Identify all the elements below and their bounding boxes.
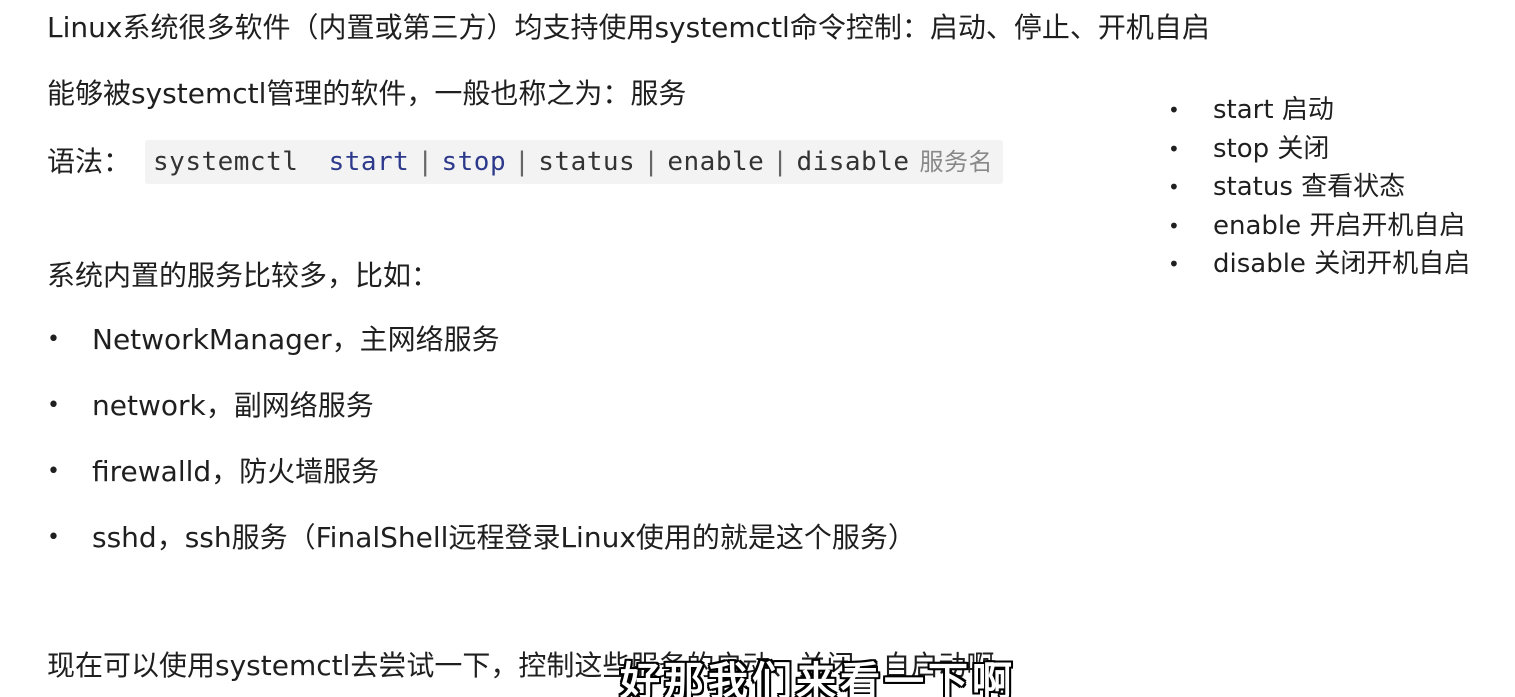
syntax-option-start: start [328, 147, 410, 177]
syntax-label: 语法： [47, 145, 132, 178]
list-item: • firewalld，防火墙服务 [47, 454, 916, 520]
syntax-option-stop: stop [441, 147, 507, 177]
command-note-text: disable 关闭开机自启 [1213, 249, 1471, 279]
syntax-separator: | [643, 147, 660, 177]
syntax-option-enable: enable [667, 147, 765, 177]
command-note-text: start 启动 [1213, 95, 1334, 125]
command-note-text: stop 关闭 [1213, 133, 1330, 164]
syntax-separator: | [514, 147, 531, 177]
bullet-icon: • [1168, 98, 1180, 122]
list-item: • network，副网络服务 [47, 388, 916, 454]
command-note-text: status 查看状态 [1213, 172, 1406, 202]
service-item-text: sshd，ssh服务（FinalShell远程登录Linux使用的就是这个服务） [92, 521, 916, 554]
command-notes-list: • start 启动 • stop 关闭 • status 查看状态 • ena… [1168, 92, 1470, 285]
command-note-text: enable 开启开机自启 [1213, 210, 1466, 241]
service-item-text: NetworkManager，主网络服务 [92, 323, 500, 356]
bullet-icon: • [47, 393, 60, 418]
command-note-start: • start 启动 [1168, 92, 1470, 131]
syntax-service-name: 服务名 [919, 148, 994, 176]
command-note-disable: • disable 关闭开机自启 [1168, 246, 1470, 285]
intro-text: Linux系统很多软件（内置或第三方）均支持使用systemctl命令控制：启动… [47, 11, 1210, 44]
bullet-icon: • [1168, 213, 1180, 238]
video-subtitle: 好那我们来看一下啊 [620, 659, 1016, 697]
bullet-icon: • [1168, 136, 1180, 161]
service-item-text: firewalld，防火墙服务 [92, 455, 380, 488]
syntax-command: systemctl [153, 147, 299, 177]
syntax-code-block: systemctl start | stop | status | enable | disab… [145, 140, 1004, 184]
syntax-separator: | [417, 147, 434, 177]
syntax-row: 语法： systemctl start | stop | status | enable | d… [47, 140, 1004, 184]
builtin-services-heading: 系统内置的服务比较多，比如： [47, 259, 440, 292]
bullet-icon: • [1168, 252, 1180, 276]
builtin-services-list: • NetworkManager，主网络服务 • network，副网络服务 •… [47, 322, 916, 586]
bullet-icon: • [47, 327, 60, 352]
bullet-icon: • [47, 459, 60, 484]
syntax-option-status: status [538, 147, 636, 177]
syntax-separator: | [772, 147, 789, 177]
bullet-icon: • [1168, 175, 1180, 199]
list-item: • sshd，ssh服务（FinalShell远程登录Linux使用的就是这个服… [47, 520, 916, 586]
command-note-status: • status 查看状态 [1168, 169, 1470, 208]
service-definition-text: 能够被systemctl管理的软件，一般也称之为：服务 [47, 77, 687, 110]
bullet-icon: • [47, 525, 60, 550]
service-item-text: network，副网络服务 [92, 389, 374, 422]
list-item: • NetworkManager，主网络服务 [47, 322, 916, 388]
syntax-option-disable: disable [796, 147, 910, 177]
command-note-enable: • enable 开启开机自启 [1168, 208, 1470, 247]
command-note-stop: • stop 关闭 [1168, 131, 1470, 170]
